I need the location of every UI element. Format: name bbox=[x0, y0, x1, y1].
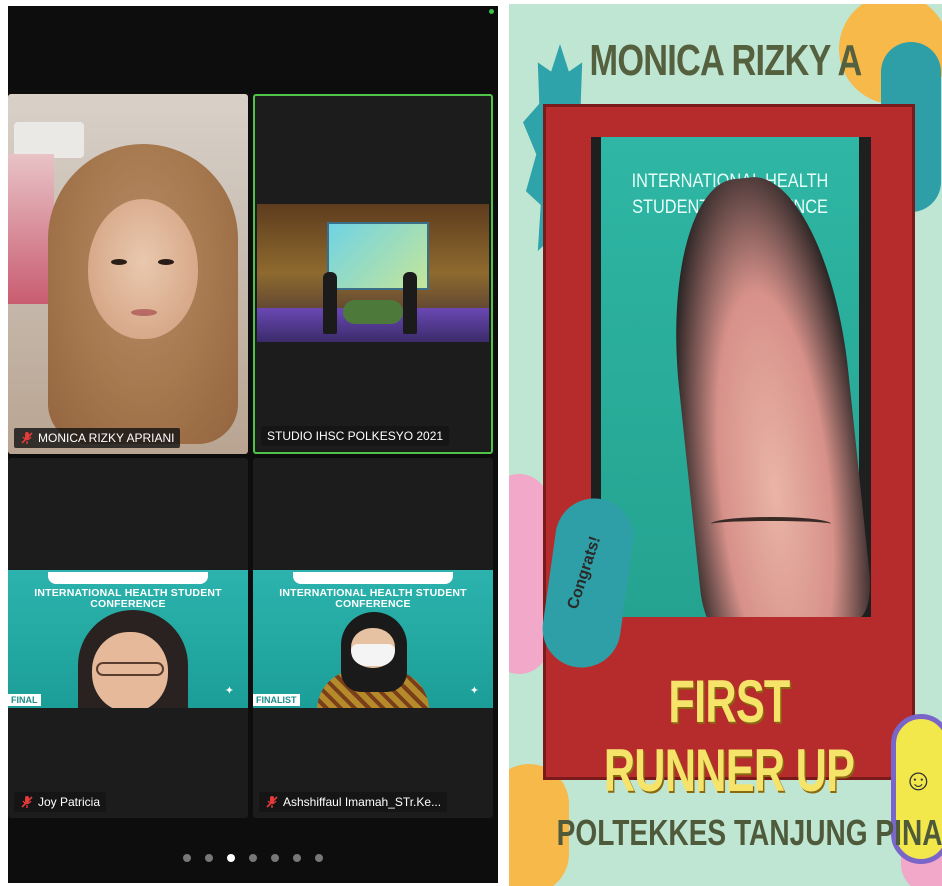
conference-title: INTERNATIONAL HEALTH STUDENT CONFERENCE bbox=[279, 587, 467, 610]
page-dot[interactable] bbox=[183, 854, 191, 862]
participant-name-tag: Joy Patricia bbox=[14, 792, 107, 812]
page-dot-active[interactable] bbox=[227, 854, 235, 862]
participant-tile-monica[interactable]: MONICA RIZKY APRIANI bbox=[8, 94, 248, 454]
participant-video bbox=[8, 94, 248, 454]
institution-name: POLTEKKES TANJUNG PINANG bbox=[556, 812, 942, 853]
mic-muted-icon bbox=[266, 796, 278, 808]
participant-name: MONICA RIZKY APRIANI bbox=[38, 431, 175, 445]
page-dot[interactable] bbox=[293, 854, 301, 862]
participant-name-tag: Ashshiffaul Imamah_STr.Ke... bbox=[259, 792, 448, 812]
finalist-badge: FINAL bbox=[8, 694, 41, 706]
participant-name: Ashshiffaul Imamah_STr.Ke... bbox=[283, 795, 442, 809]
smiley-icon: ☺ bbox=[903, 764, 934, 797]
participant-video: INTERNATIONAL HEALTH STUDENT CONFERENCE … bbox=[253, 570, 493, 708]
participant-tile-studio[interactable]: STUDIO IHSC POLKESYO 2021 bbox=[253, 94, 493, 454]
winner-screenshot: INTERNATIONAL HEALTH STUDENT CONFERENCE bbox=[591, 137, 871, 617]
sponsor-logos bbox=[293, 572, 453, 584]
winner-name: MONICA RIZKY A bbox=[589, 36, 863, 85]
photo-frame: INTERNATIONAL HEALTH STUDENT CONFERENCE … bbox=[543, 104, 915, 804]
sponsor-logos bbox=[48, 572, 208, 584]
video-gallery: MONICA RIZKY APRIANI STUDIO IHSC POLKESY… bbox=[8, 6, 498, 883]
sparkle-icon: ✦ bbox=[224, 685, 234, 697]
page-dot[interactable] bbox=[315, 854, 323, 862]
page-dot[interactable] bbox=[205, 854, 213, 862]
page-dot[interactable] bbox=[249, 854, 257, 862]
finalist-badge: FINALIST bbox=[253, 694, 300, 706]
participant-name: Joy Patricia bbox=[38, 795, 101, 809]
conference-title: INTERNATIONAL HEALTH STUDENT CONFERENCE bbox=[34, 587, 222, 610]
participant-tile-joy[interactable]: INTERNATIONAL HEALTH STUDENT CONFERENCE … bbox=[8, 458, 248, 818]
participant-name-tag: MONICA RIZKY APRIANI bbox=[14, 428, 181, 448]
recording-indicator bbox=[489, 9, 494, 14]
award-title: FIRST RUNNER UP bbox=[603, 668, 855, 804]
presenter bbox=[403, 272, 417, 334]
participant-name-tag: STUDIO IHSC POLKESYO 2021 bbox=[261, 426, 450, 446]
participant-video: INTERNATIONAL HEALTH STUDENT CONFERENCE … bbox=[8, 570, 248, 708]
participant-video bbox=[257, 204, 489, 342]
mic-muted-icon bbox=[21, 432, 33, 444]
presenter bbox=[323, 272, 337, 334]
mic-muted-icon bbox=[21, 796, 33, 808]
gallery-pager[interactable] bbox=[8, 854, 498, 862]
participant-name: STUDIO IHSC POLKESYO 2021 bbox=[267, 429, 444, 443]
participant-tile-ashshiffaul[interactable]: INTERNATIONAL HEALTH STUDENT CONFERENCE … bbox=[253, 458, 493, 818]
sparkle-icon: ✦ bbox=[469, 685, 479, 697]
award-card: MONICA RIZKY A ✋ INTERNATIONAL HEALTH ST… bbox=[509, 4, 942, 886]
page-dot[interactable] bbox=[271, 854, 279, 862]
